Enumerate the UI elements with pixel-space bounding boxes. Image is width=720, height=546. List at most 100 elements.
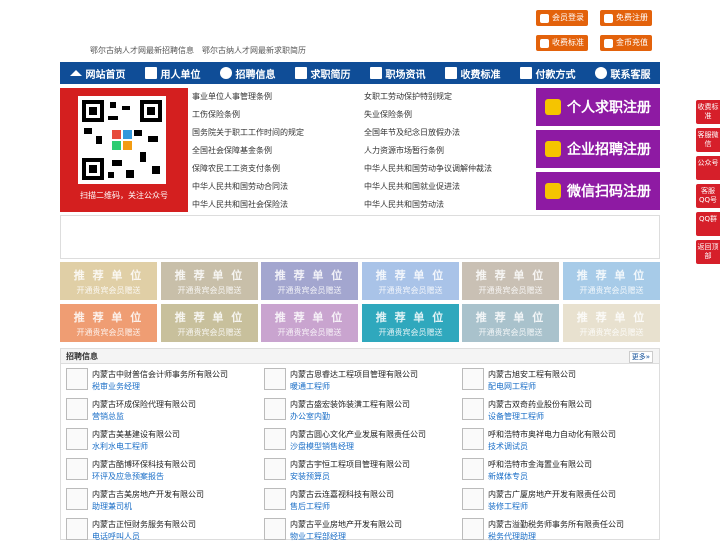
policy-link[interactable]: 保障农民工工资支付条例 [192,163,280,174]
register-button[interactable]: 免费注册 [600,10,652,26]
company-name[interactable]: 内蒙古溢勤税务师事务所有限责任公司 [488,519,624,530]
policy-link[interactable]: 中华人民共和国劳动法 [364,199,444,210]
latest-resumes-link[interactable]: 鄂尔古纳人才网最新求职简历 [202,45,306,56]
job-position[interactable]: 沙盘模型销售经理 [290,441,354,452]
job-position[interactable]: 配电网工程师 [488,381,536,392]
job-position[interactable]: 装修工程师 [488,501,528,512]
policy-link[interactable]: 全国年节及纪念日放假办法 [364,127,460,138]
job-position[interactable]: 电话呼叫人员 [92,531,140,542]
nav-resumes[interactable]: 求职简历 [285,62,360,84]
company-name[interactable]: 呼和浩特市金海置业有限公司 [488,459,592,470]
job-position[interactable]: 暖通工程师 [290,381,330,392]
company-name[interactable]: 内蒙古圆心文化产业发展有限责任公司 [290,429,426,440]
recommend-unit-tile[interactable]: 推 荐 单 位开通贵宾会员赠送 [462,304,559,342]
job-position[interactable]: 物业工程部经理 [290,531,346,542]
nav-jobs[interactable]: 招聘信息 [210,62,285,84]
job-listing[interactable]: 内蒙古圆心文化产业发展有限责任公司 沙盘模型销售经理 [264,428,454,456]
company-name[interactable]: 内蒙古美基建设有限公司 [92,429,180,440]
job-position[interactable]: 安装预算员 [290,471,330,482]
job-listing[interactable]: 内蒙古中财普信会计师事务所有限公司 税审业务经理 [66,368,256,396]
more-link[interactable]: 更多» [628,351,653,363]
policy-link[interactable]: 中华人民共和国劳动争议调解仲裁法 [364,163,492,174]
recharge-button[interactable]: 金币充值 [600,35,652,51]
job-listing[interactable]: 内蒙古环成保险代理有限公司 营销总监 [66,398,256,426]
policy-link[interactable]: 女职工劳动保护特别规定 [364,91,452,102]
policy-link[interactable]: 工伤保险条例 [192,109,240,120]
job-position[interactable]: 助理兼司机 [92,501,132,512]
company-name[interactable]: 内蒙古宇恒工程项目管理有限公司 [290,459,410,470]
job-position[interactable]: 税务代理助理 [488,531,536,542]
company-name[interactable]: 内蒙古平业房地产开发有限公司 [290,519,402,530]
policy-link[interactable]: 人力资源市场暂行条例 [364,145,444,156]
recommend-unit-tile[interactable]: 推 荐 单 位开通贵宾会员赠送 [362,262,459,300]
wechat-register-button[interactable]: 微信扫码注册 [536,172,660,210]
company-name[interactable]: 内蒙古旭安工程有限公司 [488,369,576,380]
recommend-unit-tile[interactable]: 推 荐 单 位开通贵宾会员赠送 [60,304,157,342]
company-register-button[interactable]: 企业招聘注册 [536,130,660,168]
recommend-unit-tile[interactable]: 推 荐 单 位开通贵宾会员赠送 [261,304,358,342]
job-listing[interactable]: 内蒙古平业房地产开发有限公司 物业工程部经理 [264,518,454,546]
policy-link[interactable]: 国务院关于职工工作时间的规定 [192,127,304,138]
job-position[interactable]: 售后工程师 [290,501,330,512]
nav-fees[interactable]: 收费标准 [435,62,510,84]
job-listing[interactable]: 内蒙古云连嘉视科技有限公司 售后工程师 [264,488,454,516]
recommend-unit-tile[interactable]: 推 荐 单 位开通贵宾会员赠送 [563,262,660,300]
fee-standard-button[interactable]: 收费标准 [536,35,588,51]
side-fee-button[interactable]: 收费标准 [696,100,720,124]
latest-jobs-link[interactable]: 鄂尔古纳人才网最新招聘信息 [90,45,194,56]
recommend-unit-tile[interactable]: 推 荐 单 位开通贵宾会员赠送 [60,262,157,300]
policy-link[interactable]: 中华人民共和国就业促进法 [364,181,460,192]
job-listing[interactable]: 内蒙古溢勤税务师事务所有限责任公司 税务代理助理 [462,518,652,546]
job-listing[interactable]: 内蒙古盛宏装饰装潢工程有限公司 办公室内勤 [264,398,454,426]
company-name[interactable]: 内蒙古吉美房地产开发有限公司 [92,489,204,500]
job-position[interactable]: 技术调试员 [488,441,528,452]
company-name[interactable]: 内蒙古中财普信会计师事务所有限公司 [92,369,228,380]
job-position[interactable]: 水利水电工程师 [92,441,148,452]
recommend-unit-tile[interactable]: 推 荐 单 位开通贵宾会员赠送 [563,304,660,342]
job-listing[interactable]: 内蒙古美基建设有限公司 水利水电工程师 [66,428,256,456]
job-position[interactable]: 新媒体专员 [488,471,528,482]
nav-employers[interactable]: 用人单位 [135,62,210,84]
recommend-unit-tile[interactable]: 推 荐 单 位开通贵宾会员赠送 [462,262,559,300]
job-position[interactable]: 办公室内勤 [290,411,330,422]
job-listing[interactable]: 内蒙古广厦房地产开发有限责任公司 装修工程师 [462,488,652,516]
side-wechat-button[interactable]: 客服微信 [696,128,720,152]
job-position[interactable]: 营销总监 [92,411,124,422]
job-listing[interactable]: 内蒙古宇恒工程项目管理有限公司 安装预算员 [264,458,454,486]
job-position[interactable]: 环评及应急预案报告 [92,471,164,482]
job-listing[interactable]: 呼和浩特市奥祥电力自动化有限公司 技术调试员 [462,428,652,456]
job-listing[interactable]: 内蒙古恩睿达工程项目管理有限公司 暖通工程师 [264,368,454,396]
policy-link[interactable]: 中华人民共和国社会保险法 [192,199,288,210]
job-position[interactable]: 设备管理工程师 [488,411,544,422]
company-name[interactable]: 内蒙古双奇药业股份有限公司 [488,399,592,410]
company-name[interactable]: 内蒙古广厦房地产开发有限责任公司 [488,489,616,500]
company-name[interactable]: 内蒙古酷博环保科技有限公司 [92,459,196,470]
recommend-unit-tile[interactable]: 推 荐 单 位开通贵宾会员赠送 [261,262,358,300]
company-name[interactable]: 内蒙古环成保险代理有限公司 [92,399,196,410]
side-official-account-button[interactable]: 公众号 [696,156,720,180]
job-listing[interactable]: 内蒙古正恒财务服务有限公司 电话呼叫人员 [66,518,256,546]
policy-link[interactable]: 失业保险条例 [364,109,412,120]
login-button[interactable]: 会员登录 [536,10,588,26]
job-listing[interactable]: 内蒙古吉美房地产开发有限公司 助理兼司机 [66,488,256,516]
company-name[interactable]: 内蒙古正恒财务服务有限公司 [92,519,196,530]
nav-news[interactable]: 职场资讯 [360,62,435,84]
recommend-unit-tile[interactable]: 推 荐 单 位开通贵宾会员赠送 [161,262,258,300]
nav-support[interactable]: 联系客服 [585,62,660,84]
company-name[interactable]: 内蒙古恩睿达工程项目管理有限公司 [290,369,418,380]
policy-link[interactable]: 全国社会保障基金条例 [192,145,272,156]
job-listing[interactable]: 内蒙古双奇药业股份有限公司 设备管理工程师 [462,398,652,426]
side-back-to-top-button[interactable]: 返回顶部 [696,240,720,264]
nav-home[interactable]: 网站首页 [60,62,135,84]
job-listing[interactable]: 内蒙古旭安工程有限公司 配电网工程师 [462,368,652,396]
personal-register-button[interactable]: 个人求职注册 [536,88,660,126]
company-name[interactable]: 呼和浩特市奥祥电力自动化有限公司 [488,429,616,440]
policy-link[interactable]: 事业单位人事管理条例 [192,91,272,102]
job-position[interactable]: 税审业务经理 [92,381,140,392]
recommend-unit-tile[interactable]: 推 荐 单 位开通贵宾会员赠送 [362,304,459,342]
job-listing[interactable]: 呼和浩特市金海置业有限公司 新媒体专员 [462,458,652,486]
job-listing[interactable]: 内蒙古酷博环保科技有限公司 环评及应急预案报告 [66,458,256,486]
company-name[interactable]: 内蒙古云连嘉视科技有限公司 [290,489,394,500]
ad-banner[interactable] [60,215,660,259]
side-qq-button[interactable]: 客服QQ号 [696,184,720,208]
